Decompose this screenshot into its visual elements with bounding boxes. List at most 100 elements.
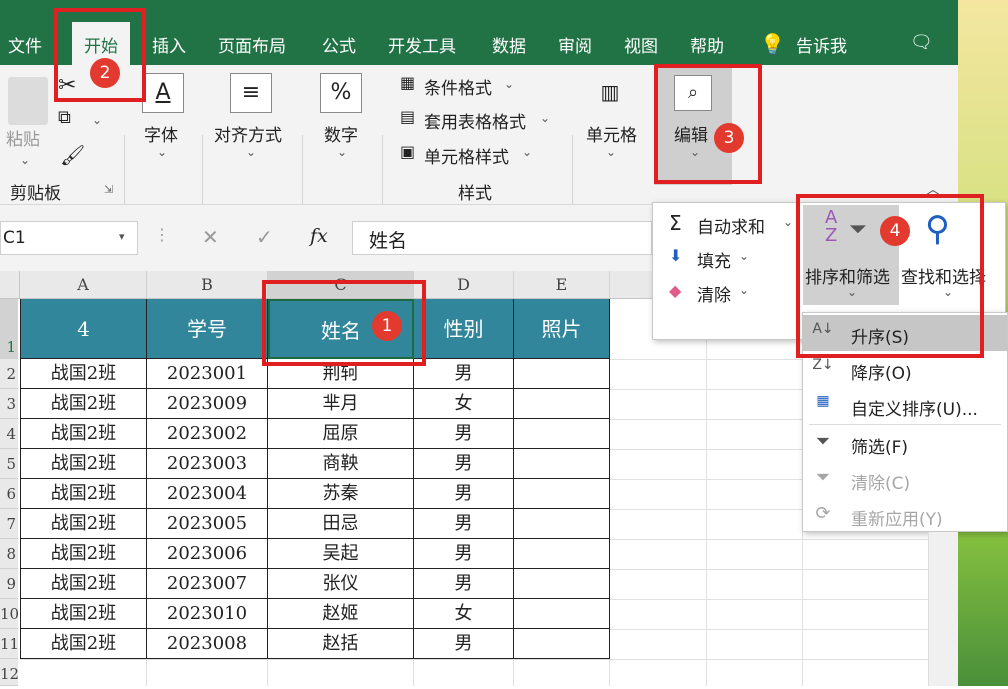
cell-d6[interactable]: 男 [414, 479, 514, 509]
row-header-9[interactable]: 9 [0, 569, 18, 599]
align-button[interactable]: 对齐方式 [214, 121, 282, 146]
copy-icon[interactable]: ⧉ [58, 107, 71, 128]
chevron-down-icon[interactable]: ⌄ [20, 153, 30, 167]
tab-help[interactable]: 帮助 [690, 32, 724, 57]
header-cell-e1[interactable]: 照片 [514, 299, 610, 359]
cell-a4[interactable]: 战国2班 [20, 419, 147, 449]
column-header-e[interactable]: E [514, 271, 610, 299]
drag-handle-icon[interactable]: ⋮ [154, 225, 170, 244]
autosum-button[interactable]: 自动求和 [697, 213, 765, 238]
chevron-down-icon[interactable]: ⌄ [783, 215, 793, 229]
conditional-format-icon[interactable]: ▦ [400, 73, 415, 92]
percent-icon[interactable]: % [320, 73, 362, 113]
cell-a2[interactable]: 战国2班 [20, 359, 147, 389]
cell-e6[interactable] [514, 479, 610, 509]
cell-c3[interactable]: 芈月 [268, 389, 414, 419]
lightbulb-icon[interactable]: 💡 [760, 32, 785, 56]
cell-a8[interactable]: 战国2班 [20, 539, 147, 569]
chevron-down-icon[interactable]: ⌄ [504, 77, 514, 91]
cell-c8[interactable]: 吴起 [268, 539, 414, 569]
cell-b3[interactable]: 2023009 [147, 389, 268, 419]
chevron-down-icon[interactable]: ⌄ [92, 113, 102, 127]
cell-e4[interactable] [514, 419, 610, 449]
row-header-11[interactable]: 11 [0, 629, 19, 659]
cell-e2[interactable] [514, 359, 610, 389]
cell-style-button[interactable]: 单元格样式 [424, 143, 509, 168]
paste-icon[interactable] [8, 77, 48, 125]
row-header-8[interactable]: 8 [0, 539, 18, 569]
clear-button[interactable]: 清除 [697, 281, 731, 306]
row-header-5[interactable]: 5 [0, 449, 18, 479]
header-cell-b1[interactable]: 学号 [147, 299, 268, 359]
column-header-b[interactable]: B [147, 271, 268, 299]
chevron-down-icon[interactable]: ⌄ [739, 249, 749, 263]
tab-data[interactable]: 数据 [492, 32, 526, 57]
row-header-6[interactable]: 6 [0, 479, 18, 509]
cell-e3[interactable] [514, 389, 610, 419]
cell-c9[interactable]: 张仪 [268, 569, 414, 599]
cell-c11[interactable]: 赵括 [268, 629, 414, 659]
cell-d4[interactable]: 男 [414, 419, 514, 449]
chevron-down-icon[interactable]: ⌄ [739, 283, 749, 297]
cell-b9[interactable]: 2023007 [147, 569, 268, 599]
cell-b5[interactable]: 2023003 [147, 449, 268, 479]
filter-item[interactable]: ⏷ 筛选(F) [803, 425, 1007, 461]
enter-icon[interactable]: ✓ [256, 225, 273, 249]
cell-b6[interactable]: 2023004 [147, 479, 268, 509]
cell-e7[interactable] [514, 509, 610, 539]
cell-c10[interactable]: 赵姬 [268, 599, 414, 629]
cell-c6[interactable]: 苏秦 [268, 479, 414, 509]
cell-a7[interactable]: 战国2班 [20, 509, 147, 539]
cell-e8[interactable] [514, 539, 610, 569]
header-cell-a1[interactable]: 4 [20, 299, 147, 359]
cell-d2[interactable]: 男 [414, 359, 514, 389]
cell-d11[interactable]: 男 [414, 629, 514, 659]
fx-icon[interactable]: fx [310, 225, 328, 247]
cell-a11[interactable]: 战国2班 [20, 629, 147, 659]
cell-b7[interactable]: 2023005 [147, 509, 268, 539]
cell-d7[interactable]: 男 [414, 509, 514, 539]
select-all-corner[interactable] [0, 271, 20, 299]
cell-a5[interactable]: 战国2班 [20, 449, 147, 479]
chevron-down-icon[interactable]: ▾ [119, 230, 125, 243]
paste-button[interactable]: 粘贴 [6, 125, 40, 150]
tab-formulas[interactable]: 公式 [322, 32, 356, 57]
cell-style-icon[interactable]: ▣ [400, 142, 415, 161]
row-header-7[interactable]: 7 [0, 509, 18, 539]
cell-d9[interactable]: 男 [414, 569, 514, 599]
tab-view[interactable]: 视图 [624, 32, 658, 57]
fill-button[interactable]: 填充 [697, 247, 731, 272]
row-header-4[interactable]: 4 [0, 419, 18, 449]
cell-a10[interactable]: 战国2班 [20, 599, 147, 629]
row-header-1[interactable]: 1 [0, 299, 18, 359]
cells-button[interactable]: 单元格 [586, 121, 637, 146]
column-header-a[interactable]: A [20, 271, 147, 299]
cell-e10[interactable] [514, 599, 610, 629]
cell-e11[interactable] [514, 629, 610, 659]
table-format-icon[interactable]: ▤ [400, 107, 415, 126]
font-button[interactable]: 字体 [144, 121, 178, 146]
table-format-button[interactable]: 套用表格格式 [424, 108, 526, 133]
font-icon[interactable]: A [142, 73, 184, 113]
header-cell-d1[interactable]: 性别 [414, 299, 514, 359]
chevron-down-icon[interactable]: ⌄ [540, 111, 550, 125]
chevron-down-icon[interactable]: ⌄ [522, 145, 532, 159]
cell-e5[interactable] [514, 449, 610, 479]
number-button[interactable]: 数字 [324, 121, 358, 146]
cell-d3[interactable]: 女 [414, 389, 514, 419]
cell-b4[interactable]: 2023002 [147, 419, 268, 449]
cell-c4[interactable]: 屈原 [268, 419, 414, 449]
cell-e9[interactable] [514, 569, 610, 599]
format-painter-icon[interactable]: 🖌 [60, 143, 85, 167]
dialog-launcher-icon[interactable]: ⇲ [104, 183, 113, 196]
conditional-format-button[interactable]: 条件格式 [424, 74, 492, 99]
comment-icon[interactable]: 🗨 [910, 32, 933, 53]
vertical-scrollbar[interactable] [928, 532, 958, 686]
cell-b11[interactable]: 2023008 [147, 629, 268, 659]
column-header-d[interactable]: D [414, 271, 514, 299]
cell-d8[interactable]: 男 [414, 539, 514, 569]
tab-insert[interactable]: 插入 [152, 32, 186, 57]
tab-page-layout[interactable]: 页面布局 [218, 32, 286, 57]
tab-developer[interactable]: 开发工具 [388, 32, 456, 57]
row-header-10[interactable]: 10 [0, 599, 19, 629]
